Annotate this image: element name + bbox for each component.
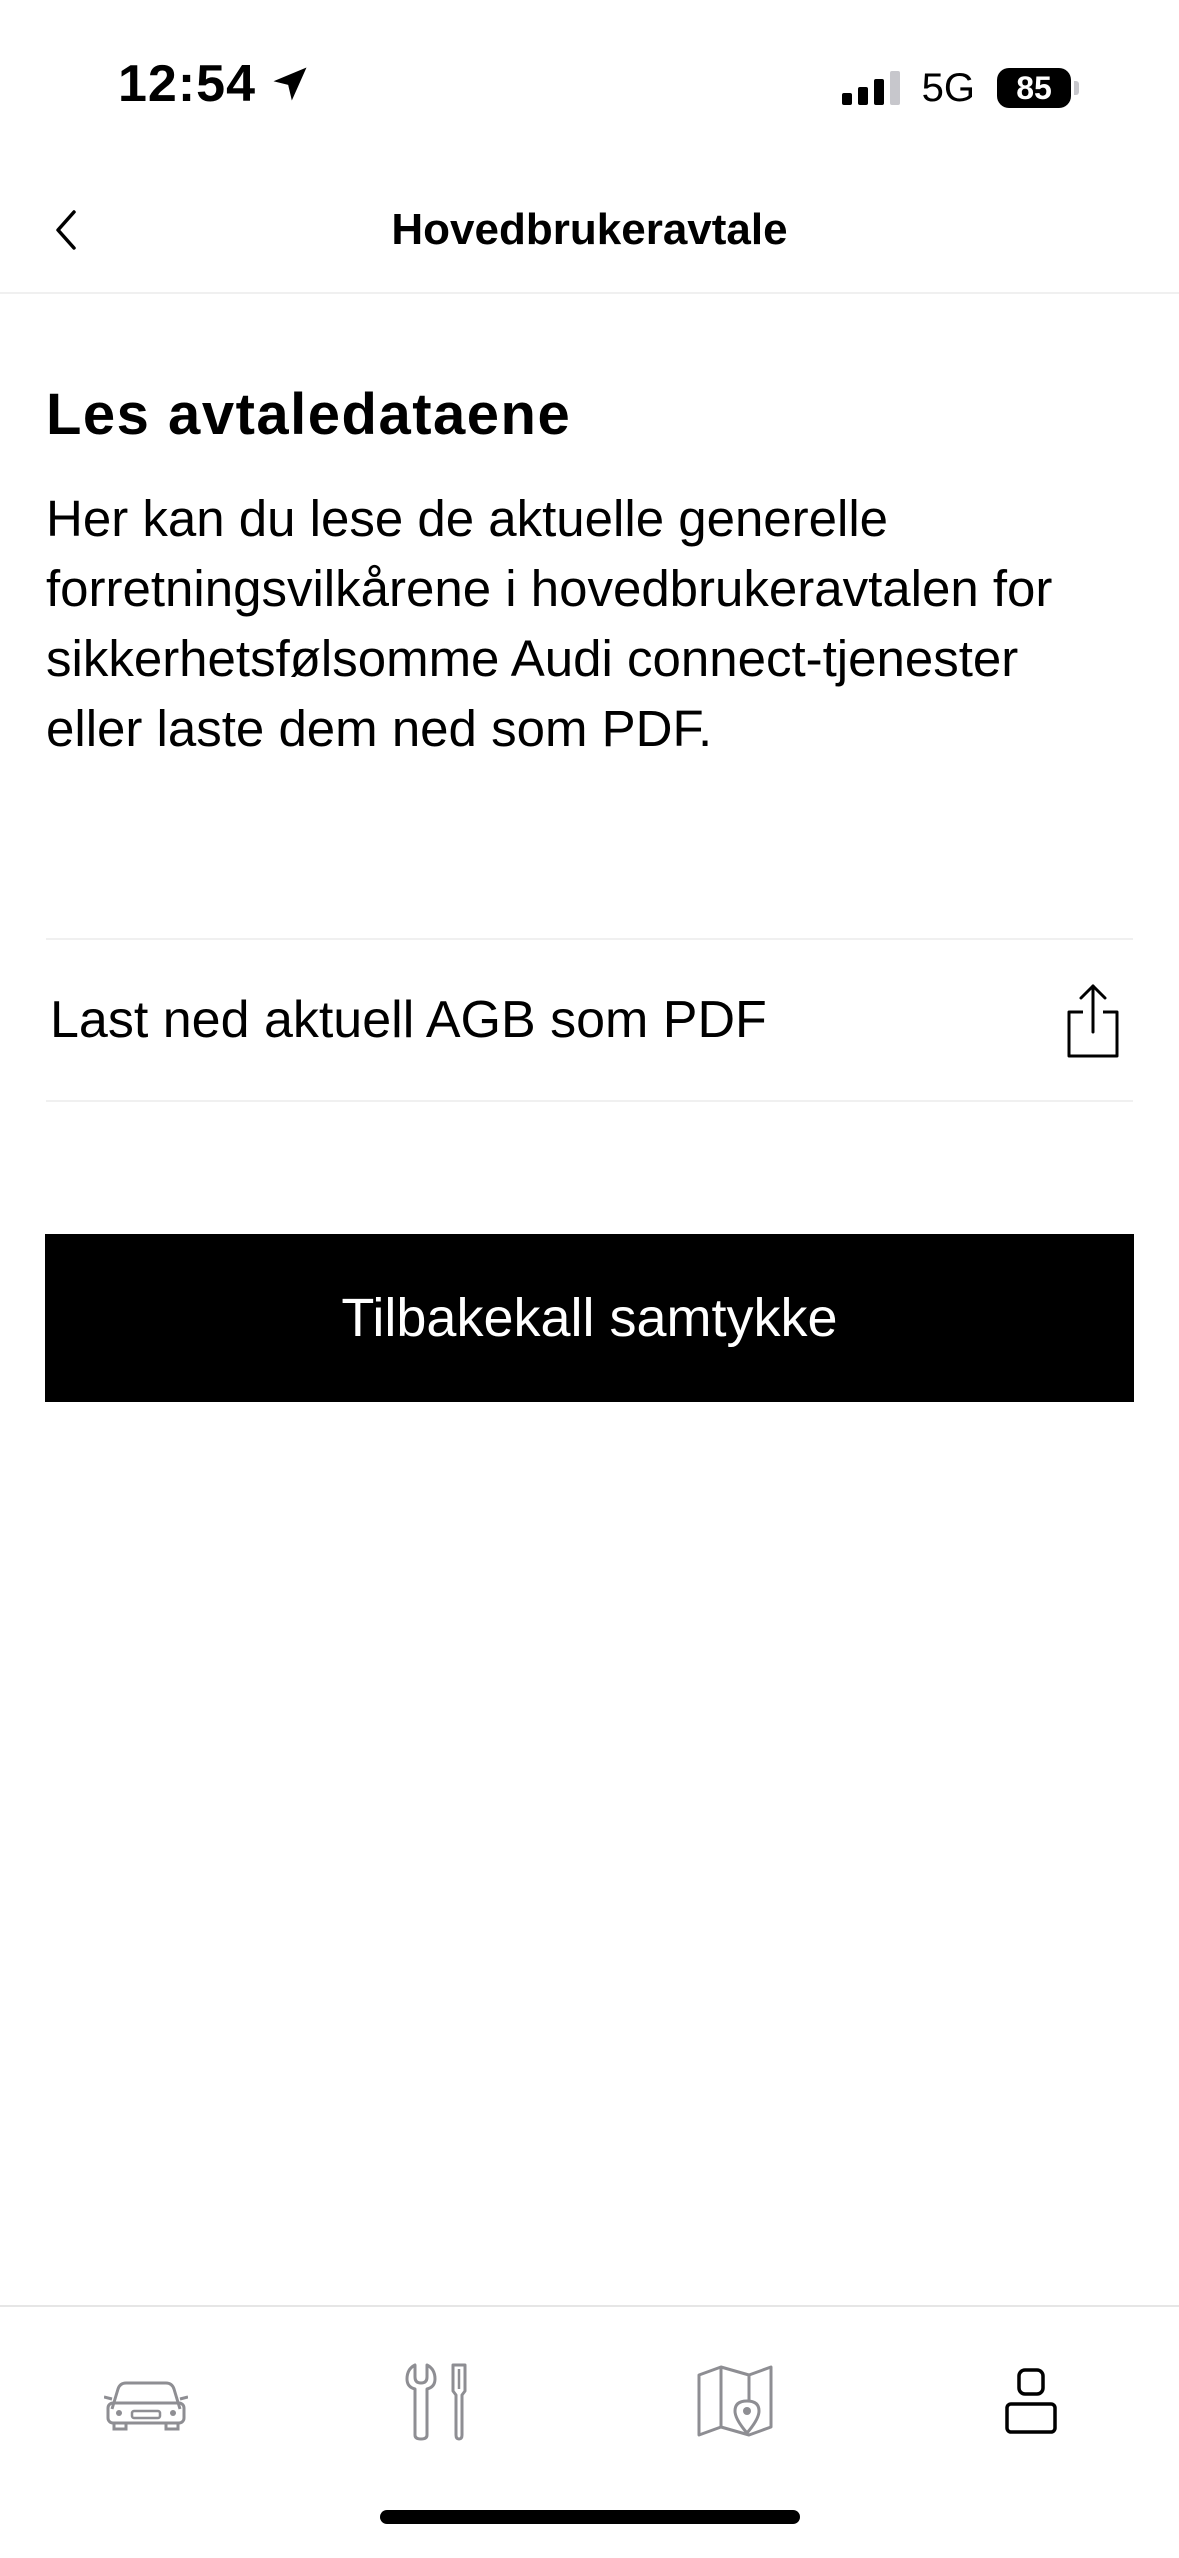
tools-icon xyxy=(405,2363,467,2441)
home-indicator[interactable] xyxy=(380,2510,800,2524)
navigation-bar: Hovedbrukeravtale xyxy=(0,170,1179,294)
network-type: 5G xyxy=(921,65,975,110)
status-bar: 12:54 5G 85 xyxy=(0,0,1179,170)
location-arrow-icon xyxy=(273,67,307,101)
section-heading: Les avtaledataene xyxy=(46,382,572,447)
download-pdf-row[interactable]: Last ned aktuell AGB som PDF xyxy=(46,938,1133,1102)
share-icon[interactable] xyxy=(1063,980,1123,1060)
intro-text: Her kan du lese de aktuelle generelle fo… xyxy=(46,490,1053,757)
revoke-consent-button[interactable]: Tilbakekall samtykke xyxy=(45,1234,1134,1402)
status-indicators: 5G 85 xyxy=(841,62,1079,114)
battery-level: 85 xyxy=(997,68,1071,108)
status-time: 12:54 xyxy=(118,54,312,114)
car-icon xyxy=(104,2381,188,2431)
status-time-text: 12:54 xyxy=(118,55,256,113)
map-icon xyxy=(697,2365,773,2437)
tab-car[interactable] xyxy=(96,2351,196,2451)
battery-icon: 85 xyxy=(997,68,1079,108)
download-pdf-label: Last ned aktuell AGB som PDF xyxy=(50,991,767,1049)
profile-icon xyxy=(1005,2368,1057,2434)
tab-profile[interactable] xyxy=(981,2351,1081,2451)
main-content: Les avtaledataene Her kan du lese de akt… xyxy=(46,380,1133,764)
tab-map[interactable] xyxy=(685,2351,785,2451)
page-title: Hovedbrukeravtale xyxy=(391,205,788,254)
tab-service[interactable] xyxy=(390,2351,490,2451)
cellular-signal-icon xyxy=(841,71,900,105)
